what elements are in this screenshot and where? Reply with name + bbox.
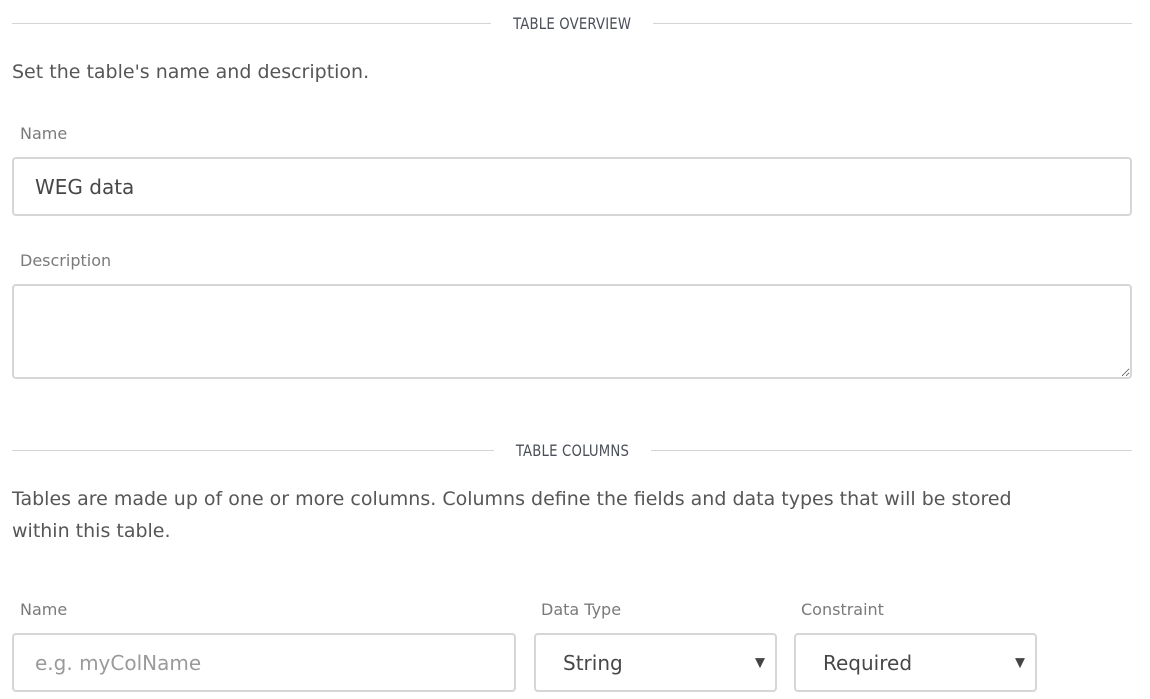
section-divider-table-columns: TABLE COLUMNS bbox=[12, 440, 1133, 460]
constraint-select[interactable]: Required ▼ bbox=[794, 633, 1037, 692]
divider-line-right bbox=[650, 449, 1133, 451]
chevron-down-icon: ▼ bbox=[1015, 655, 1025, 670]
divider-line-left bbox=[12, 449, 494, 451]
table-description-textarea[interactable] bbox=[12, 284, 1132, 379]
section-divider-table-overview: TABLE OVERVIEW bbox=[12, 13, 1132, 33]
description-label: Description bbox=[20, 251, 112, 270]
data-type-select[interactable]: String ▼ bbox=[534, 633, 777, 692]
overview-description: Set the table's name and description. bbox=[12, 61, 370, 83]
section-title: TABLE COLUMNS bbox=[515, 440, 629, 460]
data-type-value: String bbox=[563, 650, 623, 675]
table-name-input[interactable] bbox=[12, 157, 1132, 216]
columns-description-line: within this table. bbox=[12, 520, 171, 542]
constraint-label: Constraint bbox=[801, 600, 884, 619]
divider-line-left bbox=[12, 22, 491, 24]
name-label: Name bbox=[20, 124, 68, 143]
column-name-label: Name bbox=[20, 600, 68, 619]
columns-description: Tables are made up of one or more column… bbox=[12, 483, 1012, 547]
section-title: TABLE OVERVIEW bbox=[512, 13, 632, 33]
chevron-down-icon: ▼ bbox=[755, 655, 765, 670]
constraint-value: Required bbox=[823, 650, 913, 675]
divider-line-right bbox=[653, 22, 1132, 24]
column-name-input[interactable] bbox=[12, 633, 516, 692]
columns-description-line: Tables are made up of one or more column… bbox=[12, 488, 1012, 510]
data-type-label: Data Type bbox=[541, 600, 622, 619]
